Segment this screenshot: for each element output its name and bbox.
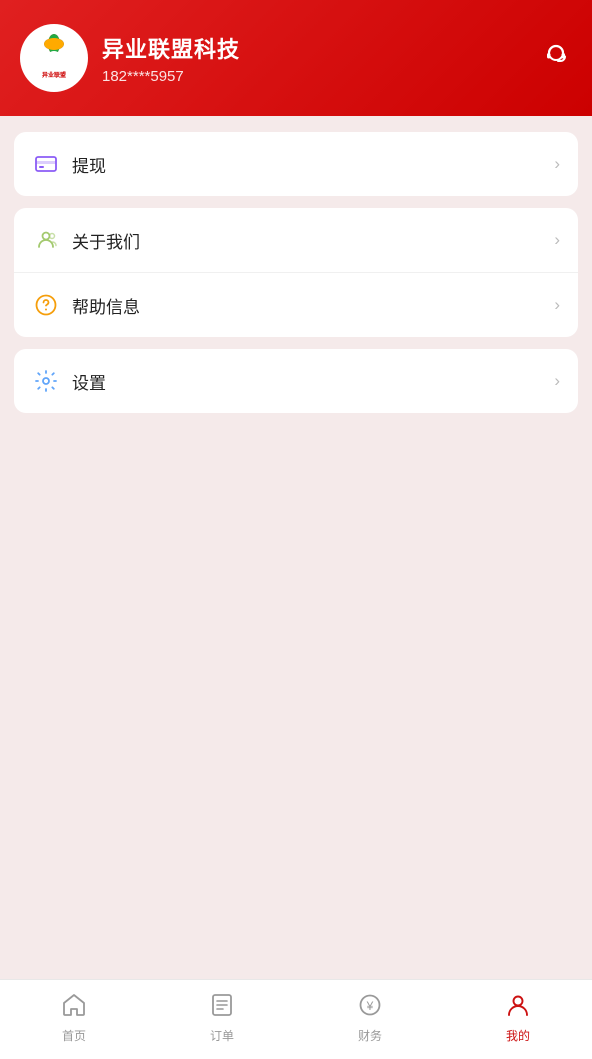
menu-item-help[interactable]: 帮助信息 › — [14, 273, 578, 337]
nav-item-finance[interactable]: ¥ 财务 — [296, 980, 444, 1059]
avatar: 异业联盟 — [20, 24, 88, 92]
header-left: 异业联盟 异业联盟科技 182****5957 — [20, 24, 240, 92]
about-label: 关于我们 — [72, 228, 554, 253]
settings-label: 设置 — [72, 369, 554, 394]
finance-nav-label: 财务 — [358, 1027, 382, 1044]
nav-item-orders[interactable]: 订单 — [148, 980, 296, 1059]
finance-nav-icon: ¥ — [357, 992, 383, 1023]
nav-item-mine[interactable]: 我的 — [444, 980, 592, 1059]
help-label: 帮助信息 — [72, 293, 554, 318]
help-icon — [32, 291, 60, 319]
svg-text:¥: ¥ — [366, 999, 374, 1013]
withdraw-chevron: › — [554, 154, 560, 174]
menu-card-withdraw: 提现 › — [14, 132, 578, 196]
phone-number: 182****5957 — [102, 68, 240, 85]
support-icon[interactable] — [540, 39, 572, 78]
menu-card-about-help: 关于我们 › 帮助信息 › — [14, 208, 578, 337]
withdraw-icon — [32, 150, 60, 178]
orders-nav-icon — [209, 992, 235, 1023]
header: 异业联盟 异业联盟科技 182****5957 — [0, 0, 592, 116]
menu-item-settings[interactable]: 设置 › — [14, 349, 578, 413]
about-icon — [32, 226, 60, 254]
menu-item-withdraw[interactable]: 提现 › — [14, 132, 578, 196]
orders-nav-label: 订单 — [210, 1027, 234, 1044]
about-chevron: › — [554, 230, 560, 250]
content: 提现 › 关于我们 › — [0, 116, 592, 979]
settings-chevron: › — [554, 371, 560, 391]
svg-text:异业联盟: 异业联盟 — [42, 71, 66, 79]
company-name: 异业联盟科技 — [102, 32, 240, 64]
withdraw-label: 提现 — [72, 152, 554, 177]
mine-nav-label: 我的 — [506, 1027, 530, 1044]
home-nav-label: 首页 — [62, 1027, 86, 1044]
nav-item-home[interactable]: 首页 — [0, 980, 148, 1059]
settings-icon — [32, 367, 60, 395]
menu-item-about[interactable]: 关于我们 › — [14, 208, 578, 273]
bottom-nav: 首页 订单 ¥ 财务 我的 — [0, 979, 592, 1059]
mine-nav-icon — [505, 992, 531, 1023]
menu-card-settings: 设置 › — [14, 349, 578, 413]
header-info: 异业联盟科技 182****5957 — [102, 32, 240, 85]
help-chevron: › — [554, 295, 560, 315]
home-nav-icon — [61, 992, 87, 1023]
